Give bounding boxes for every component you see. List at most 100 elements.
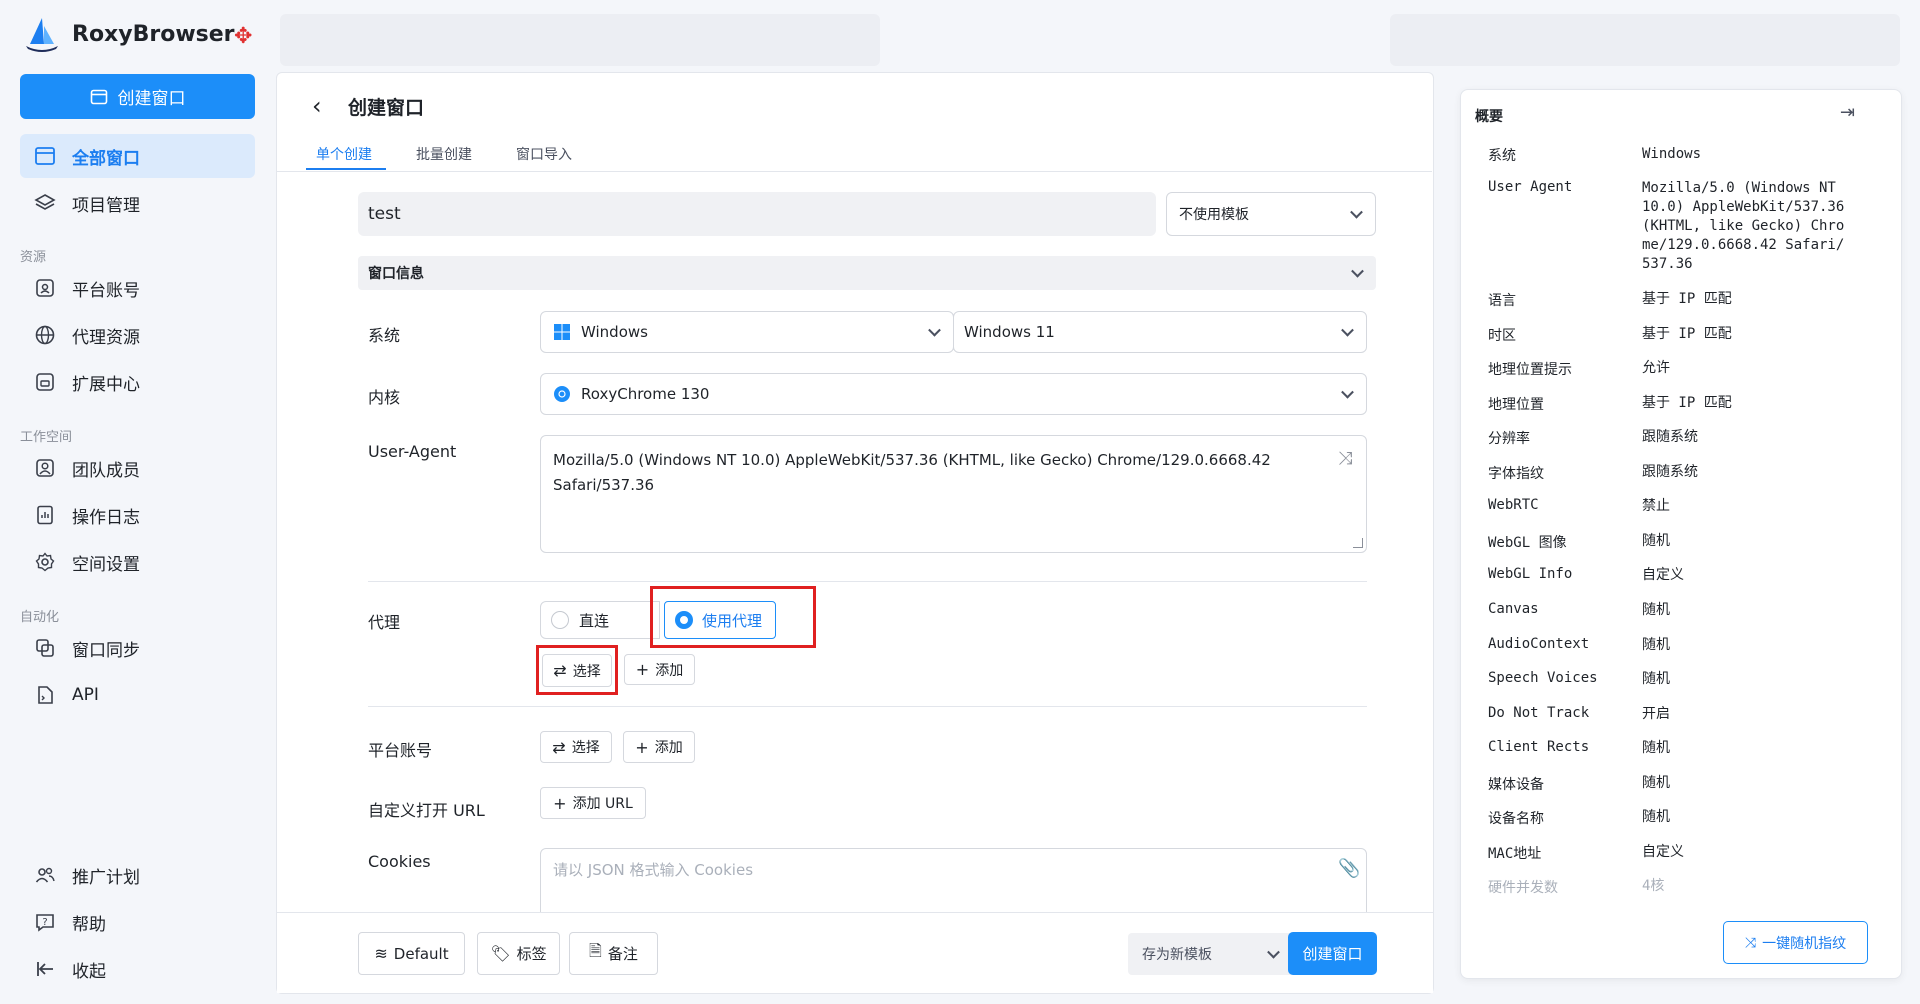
save-template-label: 存为新模板 bbox=[1142, 947, 1212, 963]
log-icon bbox=[37, 505, 53, 525]
default-group-button[interactable]: ≋ Default bbox=[358, 932, 465, 975]
ua-textarea[interactable]: Mozilla/5.0 (Windows NT 10.0) AppleWebKi… bbox=[540, 435, 1367, 553]
summary-key: WebRTC bbox=[1488, 497, 1539, 513]
window-info-section-header[interactable]: 窗口信息 bbox=[358, 256, 1376, 290]
tab-batch-create[interactable]: 批量创建 bbox=[416, 144, 472, 164]
shuffle-icon: ⤨ bbox=[1744, 934, 1757, 951]
sidebar-item-window-sync[interactable]: 窗口同步 bbox=[20, 626, 255, 670]
sidebar-item-label: 全部窗口 bbox=[72, 148, 140, 169]
sidebar-item-label: 操作日志 bbox=[72, 507, 140, 528]
platform-label: 平台账号 bbox=[368, 741, 433, 760]
summary-key: Canvas bbox=[1488, 601, 1539, 617]
note-icon: 🗎 bbox=[589, 941, 602, 960]
divider bbox=[368, 581, 1367, 582]
sidebar-item-team-members[interactable]: 团队成员 bbox=[20, 446, 255, 490]
proxy-use-label: 使用代理 bbox=[702, 611, 763, 630]
tab-window-import[interactable]: 窗口导入 bbox=[516, 144, 572, 164]
add-url-button[interactable]: + 添加 URL bbox=[540, 787, 646, 819]
tabs-divider bbox=[276, 171, 1432, 172]
summary-key: 时区 bbox=[1488, 328, 1516, 344]
layers-icon: ≋ bbox=[374, 944, 388, 963]
kernel-select[interactable]: RoxyChrome 130 bbox=[540, 373, 1367, 415]
sidebar-item-collapse[interactable]: 收起 bbox=[20, 947, 255, 991]
save-template-dropdown[interactable]: 存为新模板 bbox=[1128, 933, 1298, 975]
proxy-label: 代理 bbox=[368, 613, 401, 632]
radio-unchecked-icon bbox=[551, 611, 569, 629]
sidebar-item-platform-accounts[interactable]: 平台账号 bbox=[20, 266, 255, 310]
shuffle-icon[interactable]: ⤨ bbox=[1338, 448, 1352, 469]
summary-value: 4核 bbox=[1642, 878, 1665, 894]
sidebar-item-extensions[interactable]: 扩展中心 bbox=[20, 360, 255, 404]
active-tab-indicator bbox=[306, 168, 386, 170]
sidebar-item-label: 空间设置 bbox=[72, 554, 140, 575]
sidebar-item-operation-log[interactable]: 操作日志 bbox=[20, 493, 255, 537]
divider bbox=[368, 706, 1367, 707]
create-window-button[interactable]: 创建窗口 bbox=[1288, 932, 1377, 975]
window-icon bbox=[35, 147, 55, 165]
proxy-select-button[interactable]: ⇄ 选择 bbox=[542, 654, 612, 687]
layers-icon bbox=[34, 194, 56, 210]
sidebar-create-window-button[interactable]: 创建窗口 bbox=[20, 74, 255, 119]
note-label: 备注 bbox=[607, 945, 638, 963]
url-label: 自定义打开 URL bbox=[368, 801, 485, 820]
summary-value: 随机 bbox=[1642, 533, 1670, 549]
section-title: 窗口信息 bbox=[368, 266, 424, 282]
summary-key: WebGL 图像 bbox=[1488, 535, 1567, 551]
os-version-select[interactable]: Windows 11 bbox=[953, 311, 1367, 353]
cookies-textarea[interactable]: 请以 JSON 格式输入 Cookies bbox=[540, 848, 1367, 918]
summary-value: 随机 bbox=[1642, 602, 1670, 618]
summary-value: 自定义 bbox=[1642, 567, 1684, 583]
add-url-label: 添加 URL bbox=[572, 796, 633, 812]
roxybrowser-logo-icon bbox=[22, 14, 62, 54]
tag-label: 标签 bbox=[516, 945, 547, 963]
back-arrow-icon[interactable]: ‹ bbox=[312, 92, 322, 120]
random-fingerprint-button[interactable]: ⤨ 一键随机指纹 bbox=[1723, 921, 1868, 964]
chrome-icon bbox=[554, 386, 570, 402]
random-fingerprint-label: 一键随机指纹 bbox=[1762, 935, 1847, 952]
summary-value: Mozilla/5.0 (Windows NT 10.0) AppleWebKi… bbox=[1642, 180, 1845, 272]
attachment-icon[interactable]: 📎 bbox=[1338, 858, 1360, 879]
tag-button[interactable]: 🏷 标签 bbox=[477, 932, 560, 975]
sidebar-item-api[interactable]: API bbox=[20, 673, 255, 717]
sidebar-item-label: 收起 bbox=[72, 961, 106, 982]
summary-value: 开启 bbox=[1642, 706, 1670, 722]
resize-handle-icon[interactable] bbox=[1353, 538, 1363, 548]
summary-title: 概要 bbox=[1475, 109, 1503, 125]
template-select[interactable]: 不使用模板 bbox=[1166, 192, 1376, 236]
summary-value: 基于 IP 匹配 bbox=[1642, 326, 1732, 342]
proxy-direct-radio[interactable]: 直连 bbox=[540, 601, 660, 639]
window-name-input[interactable]: test bbox=[358, 192, 1156, 236]
sidebar-item-referral[interactable]: 推广计划 bbox=[20, 853, 255, 897]
proxy-add-button[interactable]: + 添加 bbox=[624, 654, 695, 685]
summary-key: 媒体设备 bbox=[1488, 777, 1544, 793]
chevron-down-icon bbox=[1341, 323, 1354, 337]
sidebar-section-resources: 资源 bbox=[20, 250, 47, 265]
sidebar-item-label: 推广计划 bbox=[72, 867, 140, 888]
plus-icon: + bbox=[553, 793, 567, 813]
api-icon bbox=[38, 686, 53, 704]
platform-add-button[interactable]: + 添加 bbox=[623, 731, 695, 763]
sidebar-item-space-settings[interactable]: 空间设置 bbox=[20, 540, 255, 584]
sidebar-item-label: 项目管理 bbox=[72, 195, 140, 216]
sidebar-item-projects[interactable]: 项目管理 bbox=[20, 181, 255, 225]
template-select-value: 不使用模板 bbox=[1179, 207, 1249, 223]
sidebar-item-label: API bbox=[72, 685, 99, 705]
summary-value: 随机 bbox=[1642, 809, 1670, 825]
sidebar-item-label: 窗口同步 bbox=[72, 640, 140, 661]
proxy-use-radio[interactable]: 使用代理 bbox=[664, 601, 776, 639]
collapse-right-icon[interactable]: ⇥ bbox=[1840, 102, 1855, 123]
gear-icon bbox=[35, 552, 55, 572]
platform-select-button[interactable]: ⇄ 选择 bbox=[540, 731, 612, 763]
windows-icon bbox=[554, 324, 570, 340]
tab-single-create[interactable]: 单个创建 bbox=[316, 144, 372, 164]
sidebar-item-proxy-resources[interactable]: 代理资源 bbox=[20, 313, 255, 357]
sidebar-item-all-windows[interactable]: 全部窗口 bbox=[20, 134, 255, 178]
note-button[interactable]: 🗎 备注 bbox=[569, 932, 658, 975]
sidebar-item-label: 平台账号 bbox=[72, 280, 140, 301]
sidebar-item-help[interactable]: ? 帮助 bbox=[20, 900, 255, 944]
summary-value: 允许 bbox=[1642, 360, 1670, 376]
select-label: 选择 bbox=[571, 740, 600, 756]
page-title: 创建窗口 bbox=[348, 97, 425, 119]
chevron-down-icon bbox=[928, 323, 941, 337]
os-select[interactable]: Windows bbox=[540, 311, 954, 353]
